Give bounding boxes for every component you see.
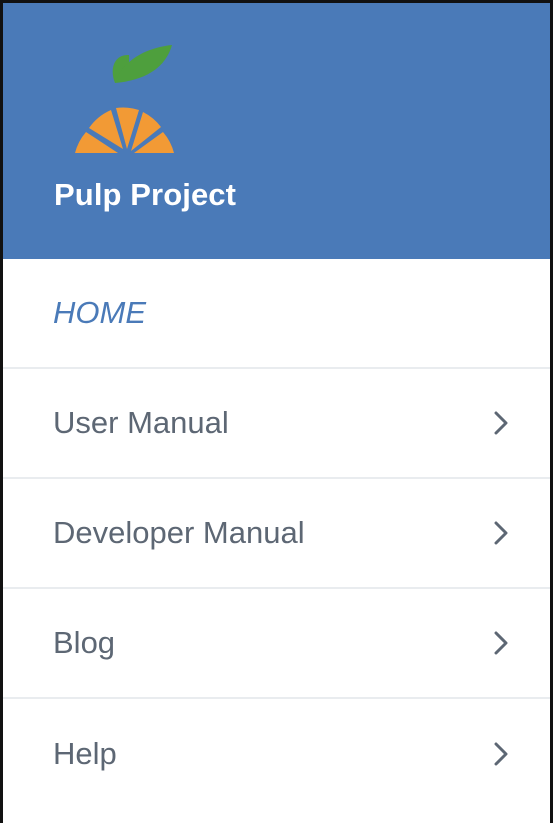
nav-label-developer-manual: Developer Manual xyxy=(53,515,305,550)
nav-label-blog: Blog xyxy=(53,625,116,660)
nav-item-developer-manual[interactable]: Developer Manual xyxy=(3,479,550,589)
nav-label-user-manual: User Manual xyxy=(53,405,229,440)
nav-item-home[interactable]: HOME xyxy=(3,259,550,369)
chevron-right-icon xyxy=(494,631,508,655)
nav-item-help[interactable]: Help xyxy=(3,699,550,809)
nav-label-home: HOME xyxy=(53,295,146,330)
nav-label-help: Help xyxy=(53,736,117,771)
brand-title[interactable]: Pulp Project xyxy=(54,177,236,213)
main-navigation: HOME User Manual Developer Manual Blog H… xyxy=(3,259,550,809)
chevron-right-icon xyxy=(494,742,508,766)
chevron-right-icon xyxy=(494,411,508,435)
nav-item-blog[interactable]: Blog xyxy=(3,589,550,699)
nav-item-user-manual[interactable]: User Manual xyxy=(3,369,550,479)
orange-slice-with-leaf-icon xyxy=(75,45,174,153)
drawer-header: Pulp Project xyxy=(3,3,550,259)
navigation-drawer: Pulp Project HOME User Manual Developer … xyxy=(0,0,553,823)
chevron-right-icon xyxy=(494,521,508,545)
